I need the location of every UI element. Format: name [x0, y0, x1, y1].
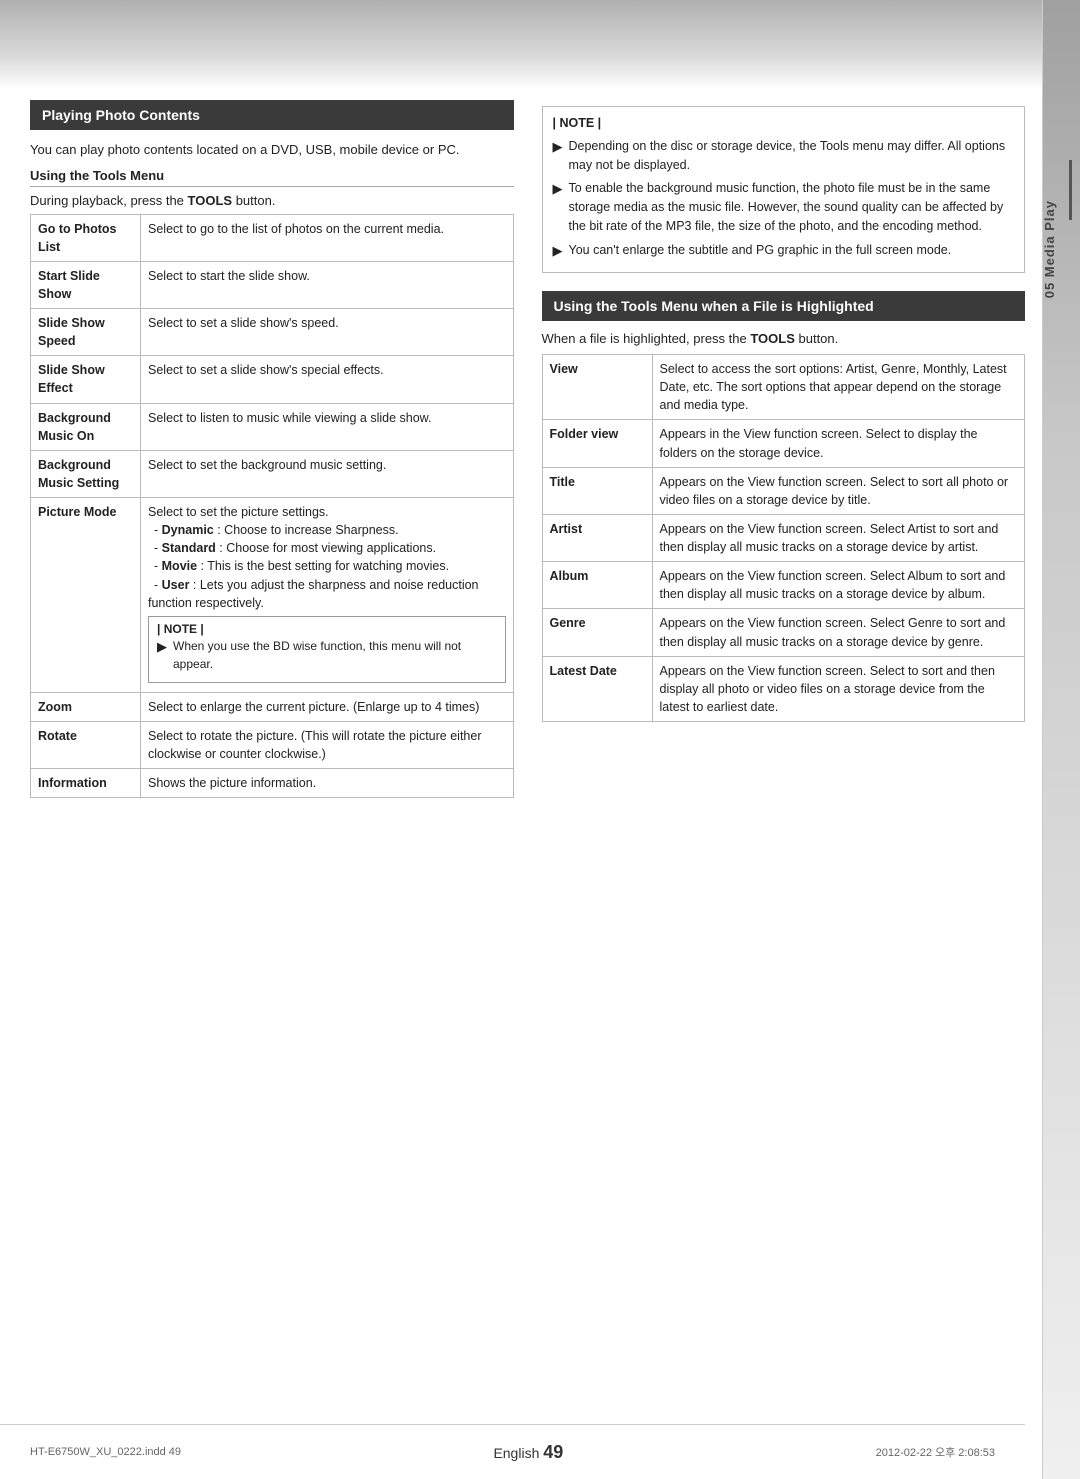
bullet-icon: ▶	[553, 137, 563, 175]
table-row-picture-mode: Picture Mode Select to set the picture s…	[31, 498, 514, 693]
page-top-gradient	[0, 0, 1080, 90]
right-note-item-1: ▶ Depending on the disc or storage devic…	[553, 137, 1015, 175]
desc-genre: Appears on the View function screen. Sel…	[652, 609, 1025, 656]
term-album: Album	[542, 562, 652, 609]
term-zoom: Zoom	[31, 692, 141, 721]
desc-picture-mode: Select to set the picture settings. - Dy…	[141, 498, 514, 693]
table-row: Background Music Setting Select to set t…	[31, 450, 514, 497]
right-note-title: | NOTE |	[553, 114, 1015, 133]
desc-rotate: Select to rotate the picture. (This will…	[141, 722, 514, 769]
left-menu-table: Go to Photos List Select to go to the li…	[30, 214, 514, 799]
footer: HT-E6750W_XU_0222.indd 49 English 49 201…	[0, 1424, 1025, 1479]
desc-album: Appears on the View function screen. Sel…	[652, 562, 1025, 609]
desc-go-to-photos: Select to go to the list of photos on th…	[141, 214, 514, 261]
desc-title: Appears on the View function screen. Sel…	[652, 467, 1025, 514]
tools-menu-subheader: Using the Tools Menu	[30, 168, 514, 187]
left-section-intro: You can play photo contents located on a…	[30, 140, 514, 160]
desc-start-slide: Select to start the slide show.	[141, 261, 514, 308]
table-row: Genre Appears on the View function scree…	[542, 609, 1025, 656]
table-row: Start Slide Show Select to start the sli…	[31, 261, 514, 308]
desc-information: Shows the picture information.	[141, 769, 514, 798]
tools-instruction: During playback, press the TOOLS button.	[30, 193, 514, 208]
table-row: Slide Show Effect Select to set a slide …	[31, 356, 514, 403]
desc-artist: Appears on the View function screen. Sel…	[652, 514, 1025, 561]
table-row: Rotate Select to rotate the picture. (Th…	[31, 722, 514, 769]
table-row: Album Appears on the View function scree…	[542, 562, 1025, 609]
table-row: Latest Date Appears on the View function…	[542, 656, 1025, 721]
right-note-item-3: ▶ You can't enlarge the subtitle and PG …	[553, 241, 1015, 261]
inner-note: | NOTE | ▶ When you use the BD wise func…	[148, 616, 506, 683]
term-rotate: Rotate	[31, 722, 141, 769]
right-section-header: Using the Tools Menu when a File is High…	[542, 291, 1026, 321]
left-column: Playing Photo Contents You can play phot…	[30, 100, 514, 798]
right-note-item-2: ▶ To enable the background music functio…	[553, 179, 1015, 235]
main-content: Playing Photo Contents You can play phot…	[30, 90, 1025, 1419]
term-title: Title	[542, 467, 652, 514]
table-row: View Select to access the sort options: …	[542, 355, 1025, 420]
table-row: Information Shows the picture informatio…	[31, 769, 514, 798]
table-row: Go to Photos List Select to go to the li…	[31, 214, 514, 261]
footer-file: HT-E6750W_XU_0222.indd 49	[30, 1446, 181, 1458]
right-note-box: | NOTE | ▶ Depending on the disc or stor…	[542, 106, 1026, 273]
footer-page: English 49	[493, 1442, 563, 1463]
term-slide-effect: Slide Show Effect	[31, 356, 141, 403]
term-information: Information	[31, 769, 141, 798]
term-go-to-photos: Go to Photos List	[31, 214, 141, 261]
term-genre: Genre	[542, 609, 652, 656]
right-menu-table: View Select to access the sort options: …	[542, 354, 1026, 722]
footer-date: 2012-02-22 오후 2:08:53	[876, 1444, 995, 1460]
sidebar-label: 05 Media Play	[1042, 200, 1080, 298]
desc-slide-effect: Select to set a slide show's special eff…	[141, 356, 514, 403]
desc-bg-music-setting: Select to set the background music setti…	[141, 450, 514, 497]
bullet-icon: ▶	[553, 241, 563, 261]
table-row: Title Appears on the View function scree…	[542, 467, 1025, 514]
right-tools-instruction: When a file is highlighted, press the TO…	[542, 331, 1026, 346]
term-folder-view: Folder view	[542, 420, 652, 467]
inner-note-item: ▶ When you use the BD wise function, thi…	[157, 638, 497, 673]
bullet-icon: ▶	[553, 179, 563, 235]
right-column: | NOTE | ▶ Depending on the disc or stor…	[542, 100, 1026, 798]
desc-view: Select to access the sort options: Artis…	[652, 355, 1025, 420]
table-row: Zoom Select to enlarge the current pictu…	[31, 692, 514, 721]
table-row: Background Music On Select to listen to …	[31, 403, 514, 450]
desc-slide-speed: Select to set a slide show's speed.	[141, 309, 514, 356]
term-artist: Artist	[542, 514, 652, 561]
term-bg-music-on: Background Music On	[31, 403, 141, 450]
desc-zoom: Select to enlarge the current picture. (…	[141, 692, 514, 721]
desc-bg-music-on: Select to listen to music while viewing …	[141, 403, 514, 450]
table-row: Slide Show Speed Select to set a slide s…	[31, 309, 514, 356]
desc-folder-view: Appears in the View function screen. Sel…	[652, 420, 1025, 467]
desc-latest-date: Appears on the View function screen. Sel…	[652, 656, 1025, 721]
left-section-header: Playing Photo Contents	[30, 100, 514, 130]
term-picture-mode: Picture Mode	[31, 498, 141, 693]
term-view: View	[542, 355, 652, 420]
term-latest-date: Latest Date	[542, 656, 652, 721]
right-sidebar: 05 Media Play	[1042, 0, 1080, 1479]
table-row: Folder view Appears in the View function…	[542, 420, 1025, 467]
term-bg-music-setting: Background Music Setting	[31, 450, 141, 497]
term-start-slide: Start Slide Show	[31, 261, 141, 308]
term-slide-speed: Slide Show Speed	[31, 309, 141, 356]
table-row: Artist Appears on the View function scre…	[542, 514, 1025, 561]
